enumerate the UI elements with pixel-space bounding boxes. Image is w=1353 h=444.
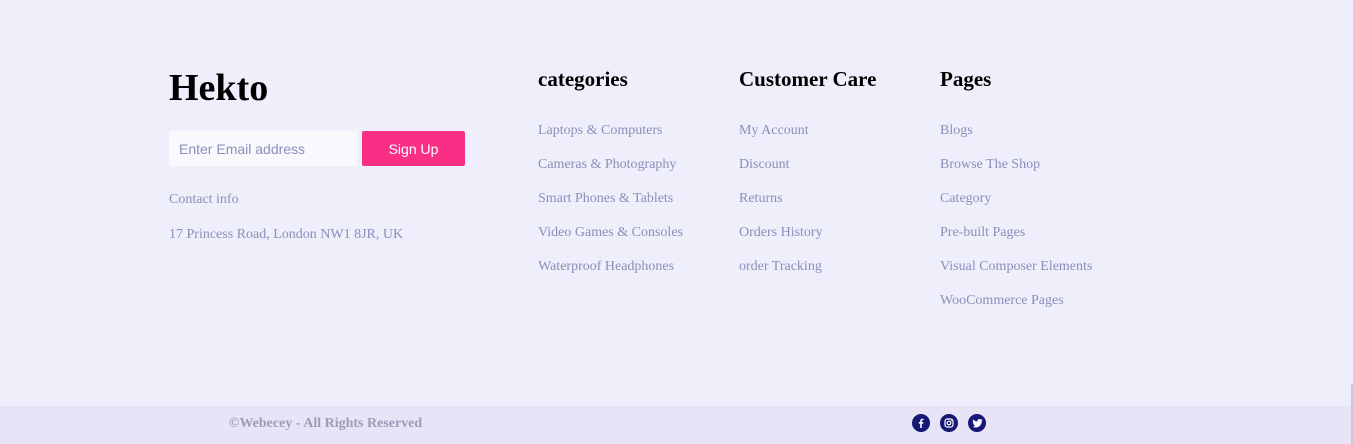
footer-link[interactable]: Blogs <box>940 122 1092 156</box>
instagram-icon[interactable] <box>940 414 958 432</box>
brand-logo[interactable]: Hekto <box>169 66 268 110</box>
link-list: Laptops & Computers Cameras & Photograph… <box>538 122 683 292</box>
footer-link[interactable]: Orders History <box>739 224 823 258</box>
column-title: Customer Care <box>739 67 877 91</box>
footer-column-pages: Pages Blogs Browse The Shop Category Pre… <box>940 66 1092 308</box>
footer-bottom-bar: ©Webecey - All Rights Reserved <box>0 406 1353 444</box>
footer-link[interactable]: Laptops & Computers <box>538 122 683 156</box>
footer-main: Hekto Sign Up Contact info 17 Princess R… <box>0 0 1353 406</box>
column-title: Pages <box>940 67 992 91</box>
link-list: My Account Discount Returns Orders Histo… <box>739 122 823 292</box>
sign-up-button[interactable]: Sign Up <box>362 131 465 166</box>
contact-info-label: Contact info <box>169 192 239 207</box>
footer-link[interactable]: Cameras & Photography <box>538 156 683 190</box>
footer-column-categories: categories Laptops & Computers Cameras &… <box>538 66 683 274</box>
contact-address: 17 Princess Road, London NW1 8JR, UK <box>169 227 404 242</box>
footer-link[interactable]: Discount <box>739 156 823 190</box>
footer-link[interactable]: Browse The Shop <box>940 156 1092 190</box>
social-links <box>912 414 986 432</box>
footer-link[interactable]: Waterproof Headphones <box>538 258 683 292</box>
footer-link[interactable]: WooCommerce Pages <box>940 292 1092 326</box>
footer-link[interactable]: Video Games & Consoles <box>538 224 683 258</box>
footer-link[interactable]: Visual Composer Elements <box>940 258 1092 292</box>
footer-link[interactable]: Returns <box>739 190 823 224</box>
link-list: Blogs Browse The Shop Category Pre-built… <box>940 122 1092 326</box>
footer-link[interactable]: Smart Phones & Tablets <box>538 190 683 224</box>
footer-link[interactable]: order Tracking <box>739 258 823 292</box>
email-input[interactable] <box>169 131 357 166</box>
footer-column-customer-care: Customer Care My Account Discount Return… <box>739 66 877 274</box>
column-title: categories <box>538 67 628 91</box>
twitter-icon[interactable] <box>968 414 986 432</box>
copyright-text: ©Webecey - All Rights Reserved <box>229 416 423 431</box>
footer-link[interactable]: My Account <box>739 122 823 156</box>
footer-link[interactable]: Pre-built Pages <box>940 224 1092 258</box>
facebook-icon[interactable] <box>912 414 930 432</box>
footer-link[interactable]: Category <box>940 190 1092 224</box>
